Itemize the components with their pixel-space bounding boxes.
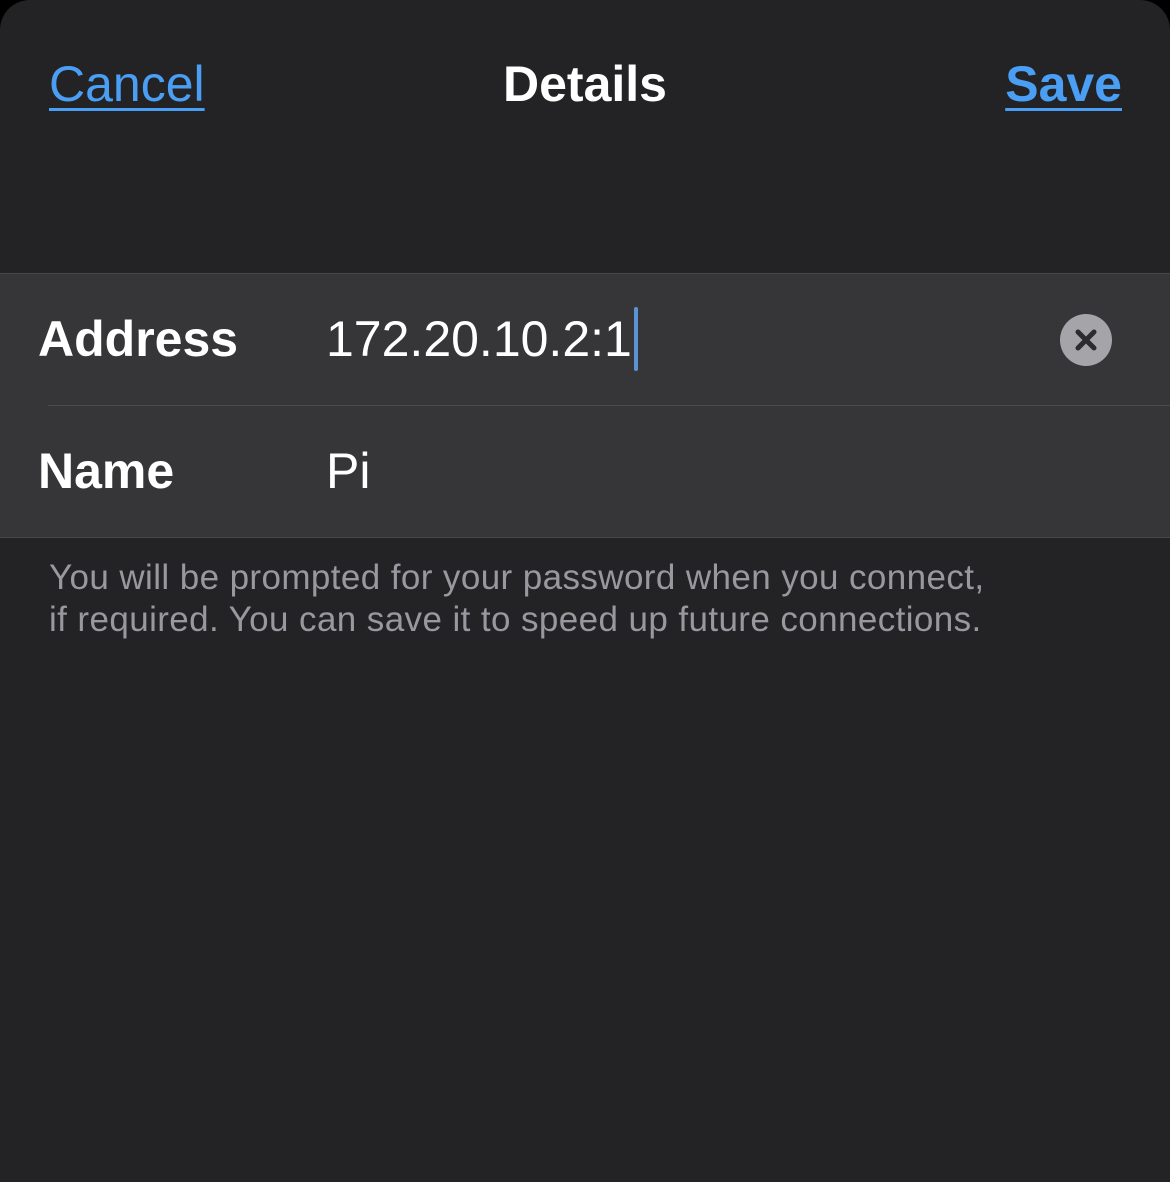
name-field[interactable]: Pi	[326, 439, 370, 503]
name-value: Pi	[326, 443, 371, 499]
name-label: Name	[38, 443, 175, 499]
clear-circle-x-icon	[1075, 329, 1097, 351]
password-footer-note: You will be prompted for your password w…	[49, 557, 1129, 641]
text-cursor	[633, 307, 638, 371]
footer-note-line: if required. You can save it to speed up…	[49, 600, 982, 639]
clear-address-button[interactable]	[1060, 314, 1112, 366]
save-button[interactable]: Save	[1005, 52, 1122, 116]
details-form: Address 172.20.10.2:1 Name Pi	[0, 273, 1170, 538]
navigation-bar: Cancel Details Save	[0, 0, 1170, 170]
address-field[interactable]: 172.20.10.2:1	[326, 307, 638, 371]
footer-note-line: You will be prompted for your password w…	[49, 558, 985, 597]
details-sheet: Cancel Details Save Address 172.20.10.2:…	[0, 0, 1170, 1182]
address-value: 172.20.10.2:1	[326, 311, 632, 367]
address-row[interactable]: Address 172.20.10.2:1	[0, 274, 1170, 405]
page-title: Details	[503, 56, 667, 112]
name-row[interactable]: Name Pi	[0, 406, 1170, 537]
address-label: Address	[38, 311, 239, 367]
